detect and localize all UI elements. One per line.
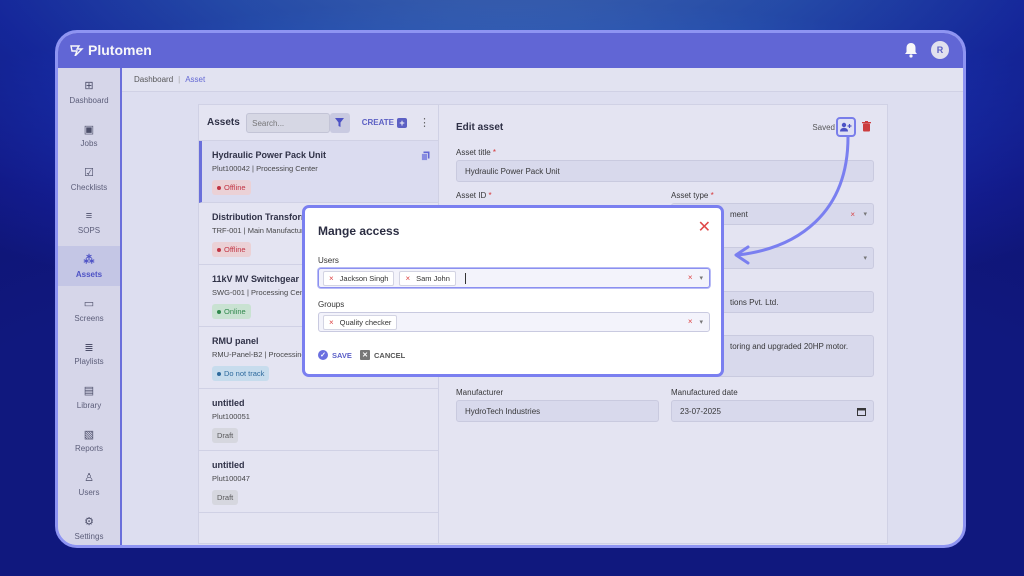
clear-icon[interactable]: × xyxy=(688,317,693,326)
clear-icon[interactable]: × xyxy=(688,273,693,282)
cancel-button[interactable]: ✕ CANCEL xyxy=(360,350,405,360)
cancel-icon: ✕ xyxy=(360,350,370,360)
chevron-down-icon[interactable]: ▾ xyxy=(699,318,703,326)
chevron-down-icon[interactable]: ▾ xyxy=(699,274,703,282)
users-multiselect[interactable]: × Jackson Singh × Sam John × ▾ xyxy=(318,268,710,288)
close-icon[interactable]: ✕ xyxy=(698,220,711,236)
selected-tag: × Sam John xyxy=(399,270,456,286)
app-window: Plutomen R ⊞ Dashboard ▣ Jobs ☑ Checklists ≡ SO… xyxy=(55,30,966,548)
users-label: Users xyxy=(318,256,339,265)
remove-tag-icon[interactable]: × xyxy=(405,274,410,283)
save-button[interactable]: ✓ SAVE xyxy=(318,350,352,360)
remove-tag-icon[interactable]: × xyxy=(329,274,334,283)
text-caret xyxy=(464,272,466,284)
remove-tag-icon[interactable]: × xyxy=(329,318,334,327)
groups-label: Groups xyxy=(318,300,345,309)
check-icon: ✓ xyxy=(318,350,328,360)
manage-access-modal: Mange access ✕ Users × Jackson Singh × Sam … xyxy=(302,205,724,377)
selected-tag: × Jackson Singh xyxy=(323,270,395,286)
modal-title: Mange access xyxy=(318,224,400,238)
selected-tag: × Quality checker xyxy=(323,314,398,330)
groups-multiselect[interactable]: × Quality checker × ▾ xyxy=(318,312,710,332)
